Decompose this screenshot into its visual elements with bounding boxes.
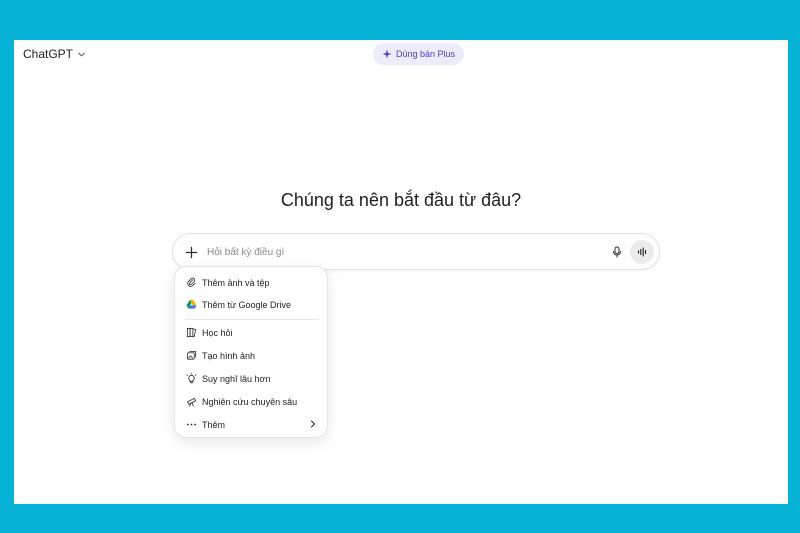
paperclip-icon: [185, 277, 197, 289]
more-dots-icon: [185, 419, 197, 431]
microphone-icon: [613, 246, 621, 258]
menu-item-study[interactable]: Học hỏi: [180, 322, 324, 343]
menu-item-think-longer[interactable]: Suy nghĩ lâu hơn: [180, 368, 324, 389]
upgrade-label: Dùng bản Plus: [396, 49, 456, 59]
prompt-composer: [172, 233, 660, 270]
attach-button[interactable]: [179, 240, 203, 264]
menu-item-label: Suy nghĩ lâu hơn: [202, 373, 271, 384]
voice-mode-button[interactable]: [630, 240, 654, 264]
app-name: ChatGPT: [23, 47, 74, 61]
plus-icon: [185, 246, 197, 258]
menu-item-more[interactable]: Thêm: [180, 414, 324, 435]
menu-divider: [185, 319, 319, 320]
lightbulb-icon: [185, 373, 197, 385]
book-icon: [185, 327, 197, 339]
menu-item-deep-research[interactable]: Nghiên cứu chuyên sâu: [180, 391, 324, 412]
chat-window: ChatGPT Dùng bản Plus Chúng ta nên bắt đ…: [14, 40, 788, 504]
google-drive-icon: [185, 299, 197, 311]
dictate-button[interactable]: [607, 242, 627, 262]
chevron-right-icon: [310, 420, 316, 428]
menu-item-google-drive[interactable]: Thêm từ Google Drive: [180, 294, 324, 315]
menu-item-label: Học hỏi: [202, 327, 233, 338]
menu-item-add-files[interactable]: Thêm ảnh và tệp: [180, 272, 324, 293]
menu-item-label: Nghiên cứu chuyên sâu: [202, 396, 298, 407]
waveform-icon: [637, 247, 647, 257]
telescope-icon: [185, 396, 197, 408]
menu-item-label: Thêm từ Google Drive: [202, 299, 292, 310]
menu-item-label: Thêm: [202, 419, 226, 430]
attach-menu: Thêm ảnh và tệp Thêm từ Google Drive Học…: [174, 266, 328, 438]
prompt-input[interactable]: [207, 243, 587, 261]
upgrade-plus-button[interactable]: Dùng bản Plus: [373, 43, 465, 65]
menu-item-label: Thêm ảnh và tệp: [202, 277, 270, 288]
sparkle-icon: [382, 49, 392, 59]
menu-item-create-image[interactable]: Tạo hình ảnh: [180, 345, 324, 366]
model-switcher[interactable]: ChatGPT: [23, 47, 86, 61]
chevron-down-icon: [78, 52, 85, 56]
image-icon: [185, 350, 197, 362]
menu-item-label: Tạo hình ảnh: [202, 350, 256, 361]
page-title: Chúng ta nên bắt đầu từ đâu?: [280, 190, 522, 210]
